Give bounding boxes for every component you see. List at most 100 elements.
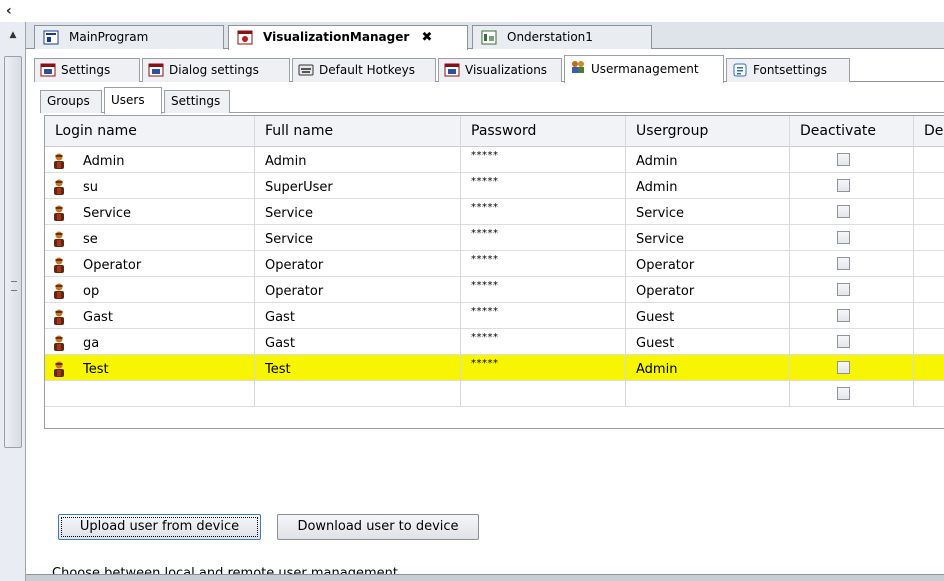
cell-description[interactable]: [914, 355, 944, 381]
tab-visualizationmanager[interactable]: VisualizationManager ✖: [228, 25, 468, 50]
tab-groups[interactable]: Groups: [40, 90, 102, 113]
cell-description[interactable]: [914, 329, 944, 355]
cell-usergroup[interactable]: Guest: [626, 329, 790, 355]
cell-login-name[interactable]: [45, 381, 255, 407]
cell-login-name[interactable]: Admin: [45, 147, 255, 173]
download-user-button[interactable]: Download user to device: [277, 514, 479, 540]
cell-password[interactable]: *****: [461, 147, 626, 173]
table-row[interactable]: op Operator ***** Operator: [45, 277, 944, 303]
table-row[interactable]: Gast Gast ***** Guest: [45, 303, 944, 329]
deactivate-checkbox[interactable]: [837, 153, 850, 166]
table-row[interactable]: ga Gast ***** Guest: [45, 329, 944, 355]
cell-full-name[interactable]: [255, 381, 461, 407]
tab-onderstation1[interactable]: Onderstation1: [472, 25, 652, 49]
table-row[interactable]: Admin Admin ***** Admin: [45, 147, 944, 173]
tab-users[interactable]: Users: [104, 87, 162, 114]
cell-usergroup[interactable]: [626, 381, 790, 407]
cell-description[interactable]: [914, 225, 944, 251]
scroll-up-arrow-icon[interactable]: ▲: [6, 28, 20, 42]
upload-user-button[interactable]: Upload user from device: [58, 514, 261, 540]
cell-description[interactable]: [914, 199, 944, 225]
cell-deactivate[interactable]: [790, 147, 914, 173]
column-header-full-name[interactable]: Full name: [255, 116, 461, 147]
cell-usergroup[interactable]: Admin: [626, 173, 790, 199]
column-header-description[interactable]: Des: [914, 116, 944, 147]
table-row[interactable]: Operator Operator ***** Operator: [45, 251, 944, 277]
deactivate-checkbox[interactable]: [837, 387, 850, 400]
tab-fontsettings[interactable]: Fontsettings: [726, 58, 850, 82]
cell-deactivate[interactable]: [790, 277, 914, 303]
cell-deactivate[interactable]: [790, 199, 914, 225]
cell-full-name[interactable]: Admin: [255, 147, 461, 173]
cell-full-name[interactable]: Gast: [255, 329, 461, 355]
table-row-empty[interactable]: [45, 381, 944, 407]
cell-usergroup[interactable]: Operator: [626, 251, 790, 277]
table-row[interactable]: se Service ***** Service: [45, 225, 944, 251]
tab-mainprogram[interactable]: MainProgram: [34, 25, 224, 49]
cell-login-name[interactable]: Service: [45, 199, 255, 225]
cell-usergroup[interactable]: Service: [626, 199, 790, 225]
cell-password[interactable]: *****: [461, 329, 626, 355]
cell-login-name[interactable]: Test: [45, 355, 255, 381]
deactivate-checkbox[interactable]: [837, 309, 850, 322]
cell-login-name[interactable]: Gast: [45, 303, 255, 329]
cell-password[interactable]: *****: [461, 251, 626, 277]
cell-password[interactable]: *****: [461, 277, 626, 303]
cell-full-name[interactable]: Gast: [255, 303, 461, 329]
deactivate-checkbox[interactable]: [837, 361, 850, 374]
cell-full-name[interactable]: Service: [255, 199, 461, 225]
cell-description[interactable]: [914, 277, 944, 303]
cell-deactivate[interactable]: [790, 251, 914, 277]
column-header-login-name[interactable]: Login name: [45, 116, 255, 147]
cell-password[interactable]: *****: [461, 173, 626, 199]
column-header-deactivate[interactable]: Deactivate: [790, 116, 914, 147]
cell-password[interactable]: [461, 381, 626, 407]
cell-deactivate[interactable]: [790, 381, 914, 407]
deactivate-checkbox[interactable]: [837, 231, 850, 244]
cell-usergroup[interactable]: Admin: [626, 147, 790, 173]
cell-login-name[interactable]: Operator: [45, 251, 255, 277]
collapse-panel-icon[interactable]: ‹: [6, 3, 20, 19]
cell-login-name[interactable]: su: [45, 173, 255, 199]
cell-password[interactable]: *****: [461, 225, 626, 251]
tab-dialog-settings[interactable]: Dialog settings: [142, 58, 290, 82]
cell-deactivate[interactable]: [790, 225, 914, 251]
cell-full-name[interactable]: Test: [255, 355, 461, 381]
tab-settings[interactable]: Settings: [34, 58, 140, 82]
deactivate-checkbox[interactable]: [837, 179, 850, 192]
cell-deactivate[interactable]: [790, 173, 914, 199]
tab-visualizations[interactable]: Visualizations: [438, 58, 562, 82]
cell-login-name[interactable]: se: [45, 225, 255, 251]
cell-full-name[interactable]: Operator: [255, 277, 461, 303]
cell-description[interactable]: [914, 381, 944, 407]
table-row[interactable]: su SuperUser ***** Admin: [45, 173, 944, 199]
cell-login-name[interactable]: op: [45, 277, 255, 303]
deactivate-checkbox[interactable]: [837, 335, 850, 348]
cell-full-name[interactable]: Service: [255, 225, 461, 251]
cell-usergroup[interactable]: Operator: [626, 277, 790, 303]
cell-usergroup[interactable]: Admin: [626, 355, 790, 381]
cell-usergroup[interactable]: Service: [626, 225, 790, 251]
tab-default-hotkeys[interactable]: Default Hotkeys: [292, 58, 436, 82]
column-header-usergroup[interactable]: Usergroup: [626, 116, 790, 147]
cell-login-name[interactable]: ga: [45, 329, 255, 355]
cell-deactivate[interactable]: [790, 303, 914, 329]
tab-usermanagement[interactable]: Usermanagement: [564, 55, 724, 83]
cell-deactivate[interactable]: [790, 329, 914, 355]
tab-users-settings[interactable]: Settings: [164, 90, 230, 113]
cell-description[interactable]: [914, 251, 944, 277]
cell-deactivate[interactable]: [790, 355, 914, 381]
scrollbar-thumb[interactable]: [4, 56, 22, 448]
cell-full-name[interactable]: SuperUser: [255, 173, 461, 199]
column-header-password[interactable]: Password: [461, 116, 626, 147]
cell-full-name[interactable]: Operator: [255, 251, 461, 277]
close-tab-icon[interactable]: ✖: [421, 27, 432, 49]
deactivate-checkbox[interactable]: [837, 257, 850, 270]
table-row[interactable]: Service Service ***** Service: [45, 199, 944, 225]
cell-password[interactable]: *****: [461, 303, 626, 329]
cell-description[interactable]: [914, 303, 944, 329]
cell-description[interactable]: [914, 173, 944, 199]
cell-password[interactable]: *****: [461, 199, 626, 225]
cell-description[interactable]: [914, 147, 944, 173]
left-scrollbar[interactable]: ▲: [0, 22, 26, 581]
